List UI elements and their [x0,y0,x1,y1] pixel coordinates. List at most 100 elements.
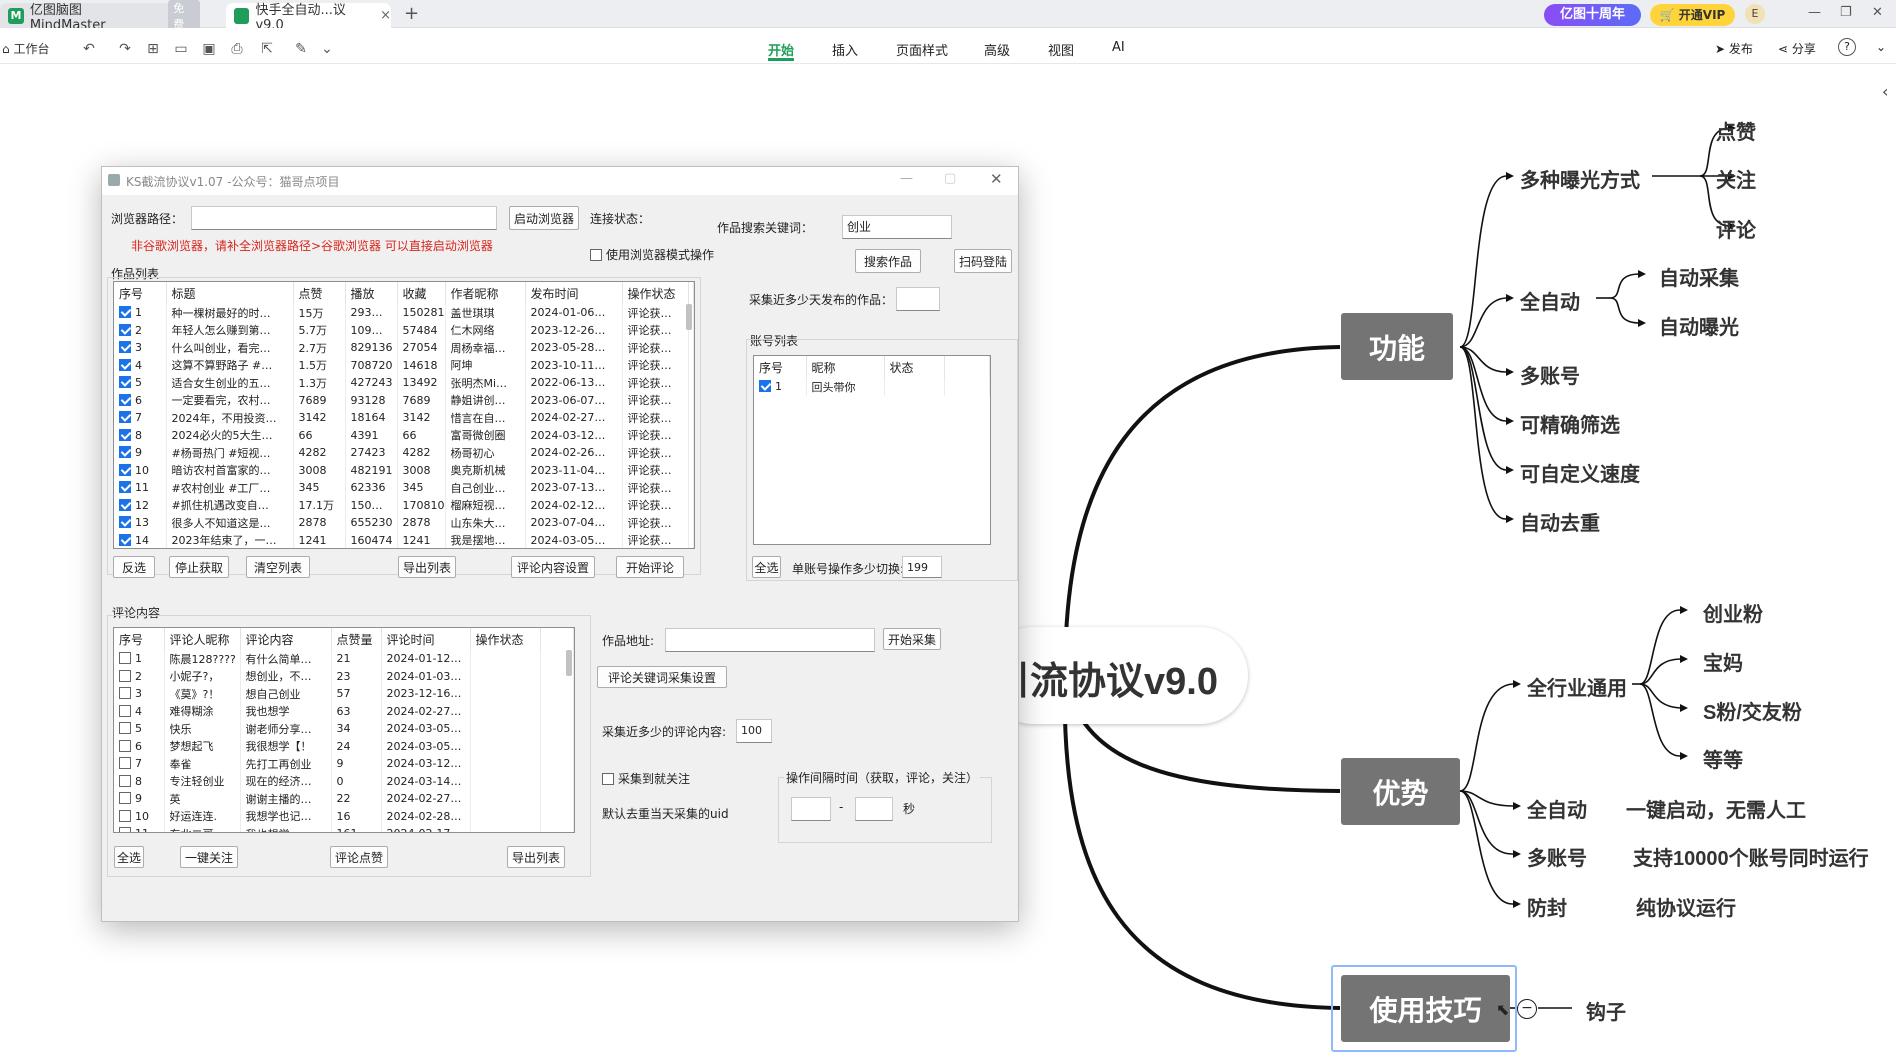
works-row[interactable]: 7 2024年，不用投资… 3142 18164 3142 惜言在自… 2024-02-27… [114,409,694,427]
browser-path-input[interactable] [191,206,497,230]
row-checkbox[interactable] [119,722,131,735]
topic-moms[interactable]: 宝妈 [1703,647,1743,676]
row-checkbox[interactable] [119,533,131,546]
comment-column-header[interactable]: 点赞量 [331,628,382,650]
row-checkbox[interactable] [119,393,131,406]
row-checkbox[interactable] [119,341,131,354]
topic-anti-desc[interactable]: 纯协议运行 [1636,892,1736,921]
dialog-maximize-icon[interactable]: ▢ [944,171,956,186]
row-checkbox[interactable] [119,516,131,529]
row-checkbox[interactable] [119,792,131,805]
dialog-close-icon[interactable]: ✕ [990,170,1003,188]
collect-follow-checkbox[interactable] [602,773,614,785]
comment-column-header[interactable]: 评论内容 [240,628,332,650]
works-table[interactable]: 序号 标题 点赞 播放 收藏 作者昵称 发布时间 操作状态 1 种一棵树最好的时… 15万 293…… [113,281,695,549]
topic-anti-ban[interactable]: 防封 [1527,892,1567,921]
topic-auto-collect[interactable]: 自动采集 [1659,262,1739,291]
comment-column-header[interactable]: 操作状态 [470,628,541,650]
row-checkbox[interactable] [119,652,131,665]
works-row[interactable]: 9 #杨哥热门 #短视… 4282 27423 4282 杨哥初心 2024-02-26… 评… [114,444,694,462]
topic-adv-multi[interactable]: 多账号 [1527,842,1587,871]
topic-multi-account[interactable]: 多账号 [1520,360,1580,389]
browser-mode-checkbox[interactable] [590,249,602,261]
works-row[interactable]: 2 年轻人怎么赚到第… 5.7万 109… 57484 仁木网络 2023-12-26… 评论… [114,321,694,339]
collect-follow-option[interactable]: 采集到就关注 [602,770,690,787]
row-checkbox[interactable] [119,306,131,319]
interval-min-input[interactable] [791,797,831,821]
node-advantage[interactable]: 优势 [1341,758,1460,825]
topic-auto-dedupe[interactable]: 自动去重 [1520,507,1600,536]
works-row[interactable]: 12 #抓住机遇改变自… 17.1万 150… 170810 榴麻短视… 2024-02-1… [114,496,694,514]
export-comments-button[interactable]: 导出列表 [507,846,565,868]
row-checkbox[interactable] [119,428,131,441]
export-works-button[interactable]: 导出列表 [398,556,456,578]
topic-auto-expose[interactable]: 自动曝光 [1659,311,1739,340]
topic-social-fans[interactable]: S粉/交友粉 [1703,696,1802,725]
stop-fetch-button[interactable]: 停止获取 [169,556,229,578]
row-checkbox[interactable] [119,446,131,459]
topic-adv-auto[interactable]: 全自动 [1527,794,1587,823]
row-checkbox[interactable] [759,380,771,393]
invert-selection-button[interactable]: 反选 [113,556,155,578]
collapse-toggle-icon[interactable]: − [1517,999,1537,1019]
topic-hook[interactable]: 钩子 [1586,996,1626,1025]
comment-row[interactable]: 2 小妮子?， 想创业，不… 23 2024-01-03… [114,667,574,685]
works-row[interactable]: 3 什么叫创业，看完… 2.7万 829136 27054 周杨幸福… 2023-05-28… [114,339,694,357]
comment-row[interactable]: 5 快乐 谢老师分享… 34 2024-03-05… [114,720,574,738]
start-browser-button[interactable]: 启动浏览器 [509,206,579,230]
account-column-header[interactable]: 昵称 [806,356,885,378]
work-url-input[interactable] [665,628,875,652]
node-function[interactable]: 功能 [1341,313,1453,380]
works-column-header[interactable]: 标题 [166,282,294,304]
topic-follow[interactable]: 关注 [1716,164,1756,193]
row-checkbox[interactable] [119,774,131,787]
row-checkbox[interactable] [119,739,131,752]
comment-row[interactable]: 3 《莫》?！ 想自己创业 57 2023-12-16… [114,685,574,703]
works-row[interactable]: 5 适合女生创业的五… 1.3万 427243 13492 张明杰Mi… 2022-06-1… [114,374,694,392]
works-row[interactable]: 6 一定要看完，农村… 7689 93128 7689 静姐讲创… 2023-06-07… 评… [114,391,694,409]
topic-all-industry[interactable]: 全行业通用 [1527,672,1627,701]
row-checkbox[interactable] [119,809,131,822]
row-checkbox[interactable] [119,376,131,389]
topic-exposure-methods[interactable]: 多种曝光方式 [1520,164,1640,193]
recent-comments-input[interactable]: 100 [736,719,772,743]
follow-all-button[interactable]: 一键关注 [180,846,238,868]
search-keyword-input[interactable]: 创业 [842,215,952,239]
works-column-header[interactable]: 操作状态 [622,282,689,304]
row-checkbox[interactable] [119,757,131,770]
comments-scrollbar[interactable] [566,650,572,676]
comment-row[interactable]: 10 好运连连. 我想学也记… 16 2024-02-28… [114,807,574,825]
comment-row[interactable]: 1 陈晨128???? 有什么简单… 21 2024-01-12… [114,650,574,668]
topic-auto-desc[interactable]: 一键启动，无需人工 [1626,794,1806,823]
row-checkbox[interactable] [119,481,131,494]
works-row[interactable]: 11 #农村创业 #工厂… 345 62336 345 自己创业… 2023-07-13… 评… [114,479,694,497]
comment-keyword-settings-button[interactable]: 评论关键词采集设置 [597,666,727,688]
comment-row[interactable]: 4 难得糊涂 我也想学 63 2024-02-27… [114,702,574,720]
row-checkbox[interactable] [119,669,131,682]
scan-login-button[interactable]: 扫码登陆 [954,249,1012,273]
node-tips[interactable]: 使用技巧 [1341,975,1510,1042]
comment-column-header[interactable]: 序号 [114,628,165,650]
topic-full-auto[interactable]: 全自动 [1520,286,1580,315]
select-all-accounts-button[interactable]: 全选 [752,556,781,578]
row-checkbox[interactable] [119,411,131,424]
topic-multi-desc[interactable]: 支持10000个账号同时运行 [1633,842,1869,871]
works-column-header[interactable]: 点赞 [293,282,346,304]
search-works-button[interactable]: 搜索作品 [855,249,921,273]
works-row[interactable]: 14 2023年结束了，一… 1241 160474 1241 我是摆地… 2024-03-… [114,531,694,548]
central-topic[interactable]: 引流协议v9.0 [992,650,1218,705]
like-comments-button[interactable]: 评论点赞 [330,846,388,868]
row-checkbox[interactable] [119,827,131,832]
recent-days-input[interactable] [896,287,940,311]
topic-startup-fans[interactable]: 创业粉 [1703,598,1763,627]
works-column-header[interactable]: 收藏 [397,282,446,304]
row-checkbox[interactable] [119,358,131,371]
comments-table[interactable]: 序号 评论人昵称 评论内容 点赞量 评论时间 操作状态 1 陈晨128???? 有什么简单… 2… [113,627,575,833]
comment-column-header[interactable]: 评论人昵称 [164,628,241,650]
comment-row[interactable]: 11 东北二哥我也想学1612024-02-17… [114,825,574,832]
browser-mode-option[interactable]: 使用浏览器模式操作 [590,246,714,263]
row-checkbox[interactable] [119,323,131,336]
start-comment-button[interactable]: 开始评论 [616,556,684,578]
works-row[interactable]: 13 很多人不知道这是… 2878 655230 2878 山东朱大… 2023-07-04… [114,514,694,532]
works-column-header[interactable]: 作者昵称 [445,282,526,304]
